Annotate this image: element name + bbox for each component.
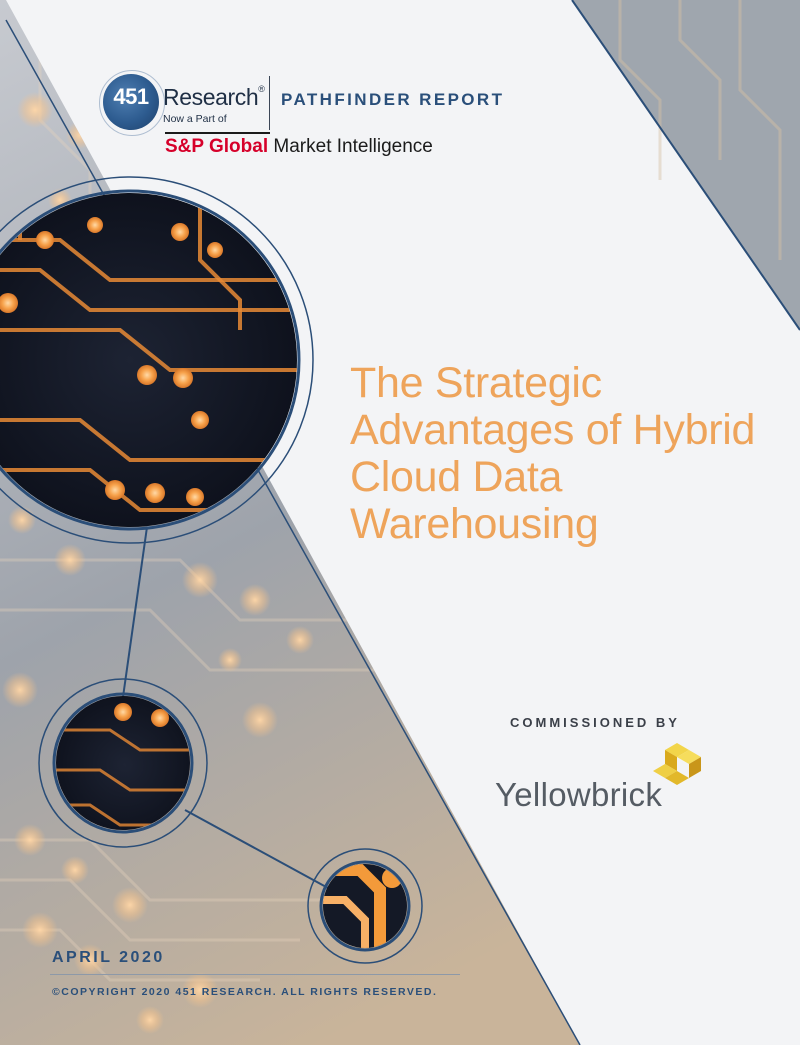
logo-research-word: Research® [163, 84, 265, 111]
report-type-label: PATHFINDER REPORT [281, 90, 505, 109]
yellowbrick-logo: Yellowbrick [495, 742, 715, 817]
report-title: The Strategic Advantages of Hybrid Cloud… [350, 359, 756, 548]
commissioned-by-label: COMMISSIONED BY [510, 715, 680, 730]
publication-date: APRIL 2020 [52, 949, 165, 966]
sp-global-brand: S&P Global [165, 136, 269, 157]
sp-global-logo: S&P Global Market Intelligence [165, 136, 433, 158]
logo-number: 451 [113, 84, 149, 109]
footer-divider [50, 974, 460, 975]
sponsor-name: Yellowbrick [495, 776, 663, 813]
now-part-of-text: Now a Part of [163, 113, 227, 125]
registered-mark: ® [258, 84, 265, 94]
logo-underline [165, 132, 270, 134]
451-research-logo: 451 Research® Now a Part of PATHFINDER R… [99, 70, 523, 165]
logo-divider [269, 76, 270, 130]
copyright-notice: ©COPYRIGHT 2020 451 RESEARCH. ALL RIGHTS… [52, 986, 438, 998]
sp-division: Market Intelligence [268, 136, 433, 157]
logo-research-text: Research [163, 84, 259, 110]
